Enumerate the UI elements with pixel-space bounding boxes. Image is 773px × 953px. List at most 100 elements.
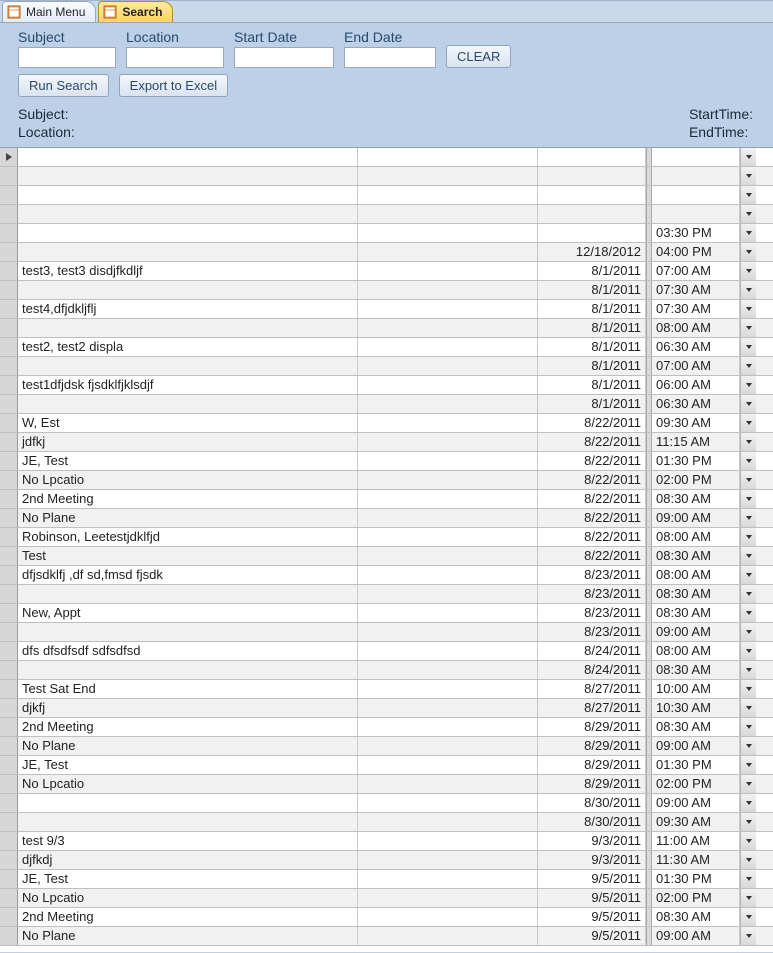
dropdown-icon[interactable] <box>740 547 756 565</box>
subject-input[interactable] <box>18 47 116 68</box>
cell-time[interactable]: 08:30 AM <box>652 908 740 926</box>
cell-time[interactable]: 09:00 AM <box>652 737 740 755</box>
row-selector[interactable] <box>0 509 18 527</box>
row-selector[interactable] <box>0 433 18 451</box>
table-row[interactable]: 8/1/201107:00 AM <box>0 357 773 376</box>
dropdown-icon[interactable] <box>740 756 756 774</box>
dropdown-icon[interactable] <box>740 205 756 223</box>
dropdown-icon[interactable] <box>740 832 756 850</box>
row-selector[interactable] <box>0 300 18 318</box>
cell-subject[interactable]: JE, Test <box>18 870 358 888</box>
dropdown-icon[interactable] <box>740 737 756 755</box>
row-selector[interactable] <box>0 148 18 166</box>
cell-date[interactable]: 8/29/2011 <box>538 718 646 736</box>
cell-subject[interactable]: JE, Test <box>18 756 358 774</box>
row-selector[interactable] <box>0 566 18 584</box>
dropdown-icon[interactable] <box>740 680 756 698</box>
cell-time[interactable]: 06:00 AM <box>652 376 740 394</box>
cell-date[interactable] <box>538 148 646 166</box>
table-row[interactable]: jdfkj8/22/201111:15 AM <box>0 433 773 452</box>
cell-subject[interactable] <box>18 281 358 299</box>
dropdown-icon[interactable] <box>740 509 756 527</box>
cell-date[interactable] <box>538 205 646 223</box>
enddate-input[interactable] <box>344 47 436 68</box>
tab-main-menu[interactable]: Main Menu <box>2 1 96 22</box>
cell-date[interactable]: 8/29/2011 <box>538 775 646 793</box>
cell-date[interactable]: 8/1/2011 <box>538 357 646 375</box>
table-row[interactable]: No Plane8/29/201109:00 AM <box>0 737 773 756</box>
cell-date[interactable]: 8/24/2011 <box>538 642 646 660</box>
cell-subject[interactable]: dfjsdklfj ,df sd,fmsd fjsdk <box>18 566 358 584</box>
cell-time[interactable]: 02:00 PM <box>652 775 740 793</box>
cell-time[interactable]: 08:30 AM <box>652 547 740 565</box>
dropdown-icon[interactable] <box>740 718 756 736</box>
dropdown-icon[interactable] <box>740 604 756 622</box>
row-selector[interactable] <box>0 585 18 603</box>
cell-time[interactable]: 03:30 PM <box>652 224 740 242</box>
dropdown-icon[interactable] <box>740 300 756 318</box>
cell-time[interactable]: 09:00 AM <box>652 509 740 527</box>
cell-date[interactable]: 8/1/2011 <box>538 300 646 318</box>
cell-subject[interactable]: test2, test2 displa <box>18 338 358 356</box>
table-row[interactable] <box>0 186 773 205</box>
cell-subject[interactable] <box>18 186 358 204</box>
cell-subject[interactable] <box>18 813 358 831</box>
row-selector[interactable] <box>0 908 18 926</box>
row-selector[interactable] <box>0 699 18 717</box>
cell-date[interactable]: 8/22/2011 <box>538 414 646 432</box>
row-selector[interactable] <box>0 395 18 413</box>
table-row[interactable] <box>0 148 773 167</box>
dropdown-icon[interactable] <box>740 642 756 660</box>
dropdown-icon[interactable] <box>740 585 756 603</box>
cell-date[interactable]: 8/22/2011 <box>538 528 646 546</box>
cell-date[interactable]: 8/23/2011 <box>538 566 646 584</box>
cell-date[interactable]: 12/18/2012 <box>538 243 646 261</box>
cell-subject[interactable] <box>18 395 358 413</box>
cell-subject[interactable] <box>18 243 358 261</box>
table-row[interactable]: 03:30 PM <box>0 224 773 243</box>
cell-time[interactable]: 09:30 AM <box>652 414 740 432</box>
dropdown-icon[interactable] <box>740 281 756 299</box>
cell-subject[interactable]: No Lpcatio <box>18 889 358 907</box>
dropdown-icon[interactable] <box>740 889 756 907</box>
row-selector[interactable] <box>0 794 18 812</box>
run-search-button[interactable]: Run Search <box>18 74 109 97</box>
dropdown-icon[interactable] <box>740 699 756 717</box>
row-selector[interactable] <box>0 452 18 470</box>
table-row[interactable]: test2, test2 displa8/1/201106:30 AM <box>0 338 773 357</box>
cell-time[interactable]: 08:30 AM <box>652 585 740 603</box>
table-row[interactable]: djfkdj9/3/201111:30 AM <box>0 851 773 870</box>
cell-subject[interactable]: dfs dfsdfsdf sdfsdfsd <box>18 642 358 660</box>
table-row[interactable]: Test8/22/201108:30 AM <box>0 547 773 566</box>
table-row[interactable]: test1dfjdsk fjsdklfjklsdjf8/1/201106:00 … <box>0 376 773 395</box>
cell-subject[interactable]: 2nd Meeting <box>18 908 358 926</box>
cell-date[interactable]: 9/5/2011 <box>538 889 646 907</box>
dropdown-icon[interactable] <box>740 167 756 185</box>
cell-time[interactable]: 08:30 AM <box>652 661 740 679</box>
cell-date[interactable]: 8/22/2011 <box>538 471 646 489</box>
table-row[interactable]: 8/30/201109:30 AM <box>0 813 773 832</box>
table-row[interactable]: 2nd Meeting8/22/201108:30 AM <box>0 490 773 509</box>
cell-subject[interactable] <box>18 148 358 166</box>
dropdown-icon[interactable] <box>740 319 756 337</box>
tab-search[interactable]: Search <box>98 1 173 22</box>
cell-subject[interactable]: No Plane <box>18 737 358 755</box>
table-row[interactable]: dfjsdklfj ,df sd,fmsd fjsdk8/23/201108:0… <box>0 566 773 585</box>
cell-date[interactable] <box>538 186 646 204</box>
cell-time[interactable]: 08:00 AM <box>652 528 740 546</box>
cell-time[interactable]: 01:30 PM <box>652 452 740 470</box>
table-row[interactable]: 8/1/201108:00 AM <box>0 319 773 338</box>
cell-subject[interactable] <box>18 205 358 223</box>
cell-date[interactable]: 8/22/2011 <box>538 452 646 470</box>
cell-date[interactable]: 8/22/2011 <box>538 490 646 508</box>
dropdown-icon[interactable] <box>740 376 756 394</box>
row-selector[interactable] <box>0 262 18 280</box>
dropdown-icon[interactable] <box>740 471 756 489</box>
cell-date[interactable]: 9/5/2011 <box>538 927 646 945</box>
cell-date[interactable]: 9/3/2011 <box>538 832 646 850</box>
cell-date[interactable]: 8/22/2011 <box>538 433 646 451</box>
dropdown-icon[interactable] <box>740 262 756 280</box>
cell-date[interactable] <box>538 224 646 242</box>
dropdown-icon[interactable] <box>740 338 756 356</box>
dropdown-icon[interactable] <box>740 433 756 451</box>
